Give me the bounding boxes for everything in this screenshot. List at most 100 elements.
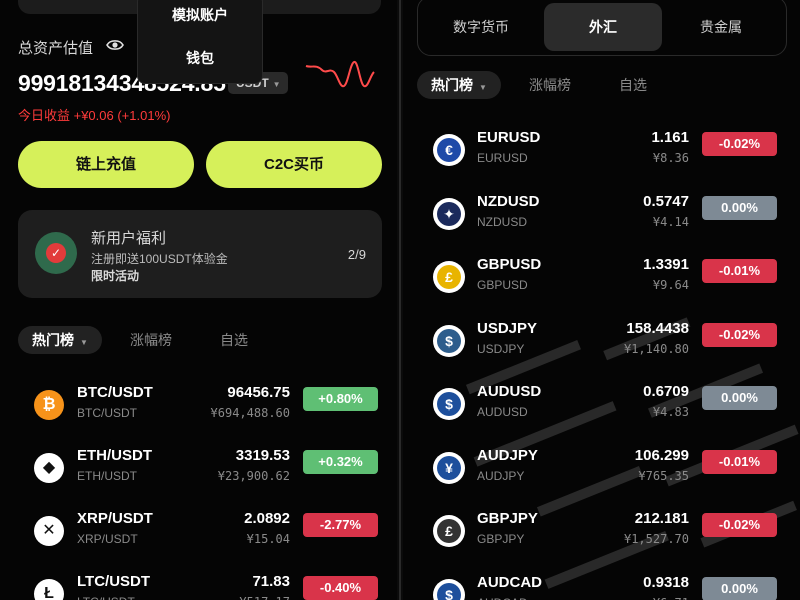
- pair-subtitle: LTC/USDT: [77, 595, 135, 600]
- aud-cad-icon: $: [433, 578, 465, 600]
- change-badge[interactable]: -0.01%: [702, 449, 777, 474]
- list-item[interactable]: £ GBPJPY GBPJPY 212.181 ¥1,527.70 -0.02%: [433, 506, 779, 566]
- pair-name: BTC/USDT: [77, 384, 153, 401]
- pair-name: GBPUSD: [477, 256, 542, 273]
- price-cny: ¥15.04: [246, 532, 290, 546]
- tab-hot-label: 热门榜: [32, 332, 74, 348]
- promo-pagination: 2/9: [347, 247, 366, 262]
- pair-subtitle: XRP/USDT: [77, 532, 138, 546]
- change-badge[interactable]: -0.02%: [702, 322, 777, 347]
- segment-precious-metals[interactable]: 贵金属: [662, 3, 780, 51]
- market-type-segmented-control: 数字货币 外汇 贵金属: [417, 0, 787, 56]
- change-badge[interactable]: -0.40%: [303, 576, 378, 600]
- segment-forex[interactable]: 外汇: [544, 3, 662, 51]
- last-price: 1.161: [651, 129, 689, 146]
- list-item[interactable]: $ AUDUSD AUDUSD 0.6709 ¥4.83 0.00%: [433, 379, 779, 439]
- pair-subtitle: GBPUSD: [477, 278, 528, 292]
- promo-subtitle: 注册即送100USDT体验金: [91, 252, 228, 266]
- menu-item-wallet[interactable]: 钱包: [138, 48, 262, 68]
- pair-name: GBPJPY: [477, 510, 538, 527]
- eye-icon[interactable]: [106, 38, 124, 52]
- gbp-yen-icon: £: [433, 515, 465, 547]
- last-price: 1.3391: [643, 256, 689, 273]
- list-item[interactable]: $ AUDCAD AUDCAD 0.9318 ¥6.71 0.00%: [433, 570, 779, 600]
- change-badge[interactable]: 0.00%: [702, 386, 777, 410]
- list-item[interactable]: $ USDJPY USDJPY 158.4438 ¥1,140.80 -0.02%: [433, 316, 779, 376]
- aud-yen-icon: ¥: [433, 451, 465, 484]
- menu-item-demo-account[interactable]: 模拟账户: [138, 5, 262, 25]
- new-user-promo-card[interactable]: ✓ 新用户福利 注册即送100USDT体验金 限时活动 2/9: [18, 210, 382, 298]
- pair-name: EURUSD: [477, 129, 541, 146]
- list-item[interactable]: ¥ AUDJPY AUDJPY 106.299 ¥765.35 -0.01%: [433, 443, 779, 503]
- segment-crypto[interactable]: 数字货币: [422, 3, 540, 51]
- pair-name: ETH/USDT: [77, 447, 152, 464]
- tab-gainers[interactable]: 涨幅榜: [130, 326, 172, 354]
- scrollbar[interactable]: [399, 0, 401, 600]
- sparkline-icon: [305, 60, 375, 88]
- pair-name: USDJPY: [477, 319, 538, 337]
- pair-subtitle: USDJPY: [477, 341, 525, 356]
- tab-favorites[interactable]: 自选: [619, 71, 647, 99]
- pair-name: AUDJPY: [477, 446, 538, 464]
- last-price: 71.83: [252, 573, 290, 590]
- last-price: 96456.75: [227, 384, 290, 401]
- pair-name: AUDUSD: [477, 383, 542, 400]
- price-cny: ¥23,900.62: [217, 469, 290, 483]
- list-item[interactable]: ₿ BTC/USDT BTC/USDT 96456.75 ¥694,488.60 +0.8…: [34, 380, 380, 440]
- change-badge[interactable]: 0.00%: [702, 195, 777, 220]
- change-badge[interactable]: -2.77%: [303, 513, 378, 537]
- price-cny: ¥1,140.80: [623, 341, 689, 356]
- change-badge[interactable]: 0.00%: [702, 576, 777, 600]
- pair-subtitle: AUDCAD: [477, 596, 528, 600]
- promo-title: 新用户福利: [91, 230, 167, 247]
- pair-name: LTC/USDT: [77, 573, 151, 590]
- tab-hot[interactable]: 热门榜 ▼: [18, 326, 102, 354]
- tab-favorites[interactable]: 自选: [220, 326, 248, 354]
- last-price: 0.5747: [643, 192, 689, 210]
- list-item[interactable]: ◆ ETH/USDT ETH/USDT 3319.53 ¥23,900.62 +0.32%: [34, 443, 380, 503]
- last-price: 2.0892: [244, 510, 290, 527]
- tab-gainers[interactable]: 涨幅榜: [529, 71, 571, 99]
- nz-flag-icon: ✦: [433, 197, 465, 230]
- price-cny: ¥517.17: [239, 595, 290, 600]
- change-badge[interactable]: +0.80%: [303, 387, 378, 411]
- pair-name: XRP/USDT: [77, 510, 153, 527]
- price-cny: ¥765.35: [638, 468, 689, 483]
- onchain-deposit-button[interactable]: 链上充值: [18, 141, 194, 188]
- list-item[interactable]: Ł LTC/USDT LTC/USDT 71.83 ¥517.17 -0.40%: [34, 569, 380, 600]
- pair-subtitle: BTC/USDT: [77, 406, 137, 420]
- eu-flag-icon: €: [433, 134, 465, 166]
- pair-subtitle: EURUSD: [477, 151, 528, 165]
- crypto-assets-panel: 模拟账户 钱包 总资产估值 99918134348524.85 USDT▼ 今日…: [0, 0, 397, 600]
- list-item[interactable]: € EURUSD EURUSD 1.161 ¥8.36 -0.02%: [433, 125, 779, 185]
- pair-name: AUDCAD: [477, 573, 542, 591]
- dollar-coin-icon: $: [433, 324, 465, 357]
- pair-subtitle: NZDUSD: [477, 214, 527, 229]
- list-item[interactable]: ✦ NZDUSD NZDUSD 0.5747 ¥4.14 0.00%: [433, 189, 779, 249]
- last-price: 106.299: [634, 446, 689, 464]
- pair-subtitle: AUDUSD: [477, 405, 528, 419]
- pair-name: NZDUSD: [477, 192, 540, 210]
- list-item[interactable]: ✕ XRP/USDT XRP/USDT 2.0892 ¥15.04 -2.77%: [34, 506, 380, 566]
- market-tabs: 热门榜 ▼ 涨幅榜 自选: [18, 326, 378, 354]
- change-badge[interactable]: -0.02%: [702, 132, 777, 156]
- account-dropdown-menu: 模拟账户 钱包: [137, 0, 263, 84]
- list-item[interactable]: £ GBPUSD GBPUSD 1.3391 ¥9.64 -0.01%: [433, 252, 779, 312]
- last-price: 158.4438: [626, 319, 689, 337]
- last-price: 0.6709: [643, 383, 689, 400]
- price-cny: ¥1,527.70: [623, 532, 689, 546]
- change-badge[interactable]: -0.01%: [702, 259, 777, 283]
- total-assets-label: 总资产估值: [18, 40, 94, 57]
- change-badge[interactable]: +0.32%: [303, 450, 378, 474]
- change-badge[interactable]: -0.02%: [702, 513, 777, 537]
- bitcoin-icon: ₿: [34, 390, 64, 420]
- tab-hot[interactable]: 热门榜 ▼: [417, 71, 501, 99]
- xrp-icon: ✕: [34, 516, 64, 546]
- price-cny: ¥694,488.60: [210, 406, 290, 420]
- price-cny: ¥4.83: [652, 405, 689, 419]
- last-price: 0.9318: [643, 573, 689, 591]
- c2c-buy-button[interactable]: C2C买币: [206, 141, 382, 188]
- chevron-down-icon: ▼: [80, 338, 88, 347]
- today-income: 今日收益 +¥0.06 (+1.01%): [18, 108, 171, 123]
- pair-subtitle: AUDJPY: [477, 468, 525, 483]
